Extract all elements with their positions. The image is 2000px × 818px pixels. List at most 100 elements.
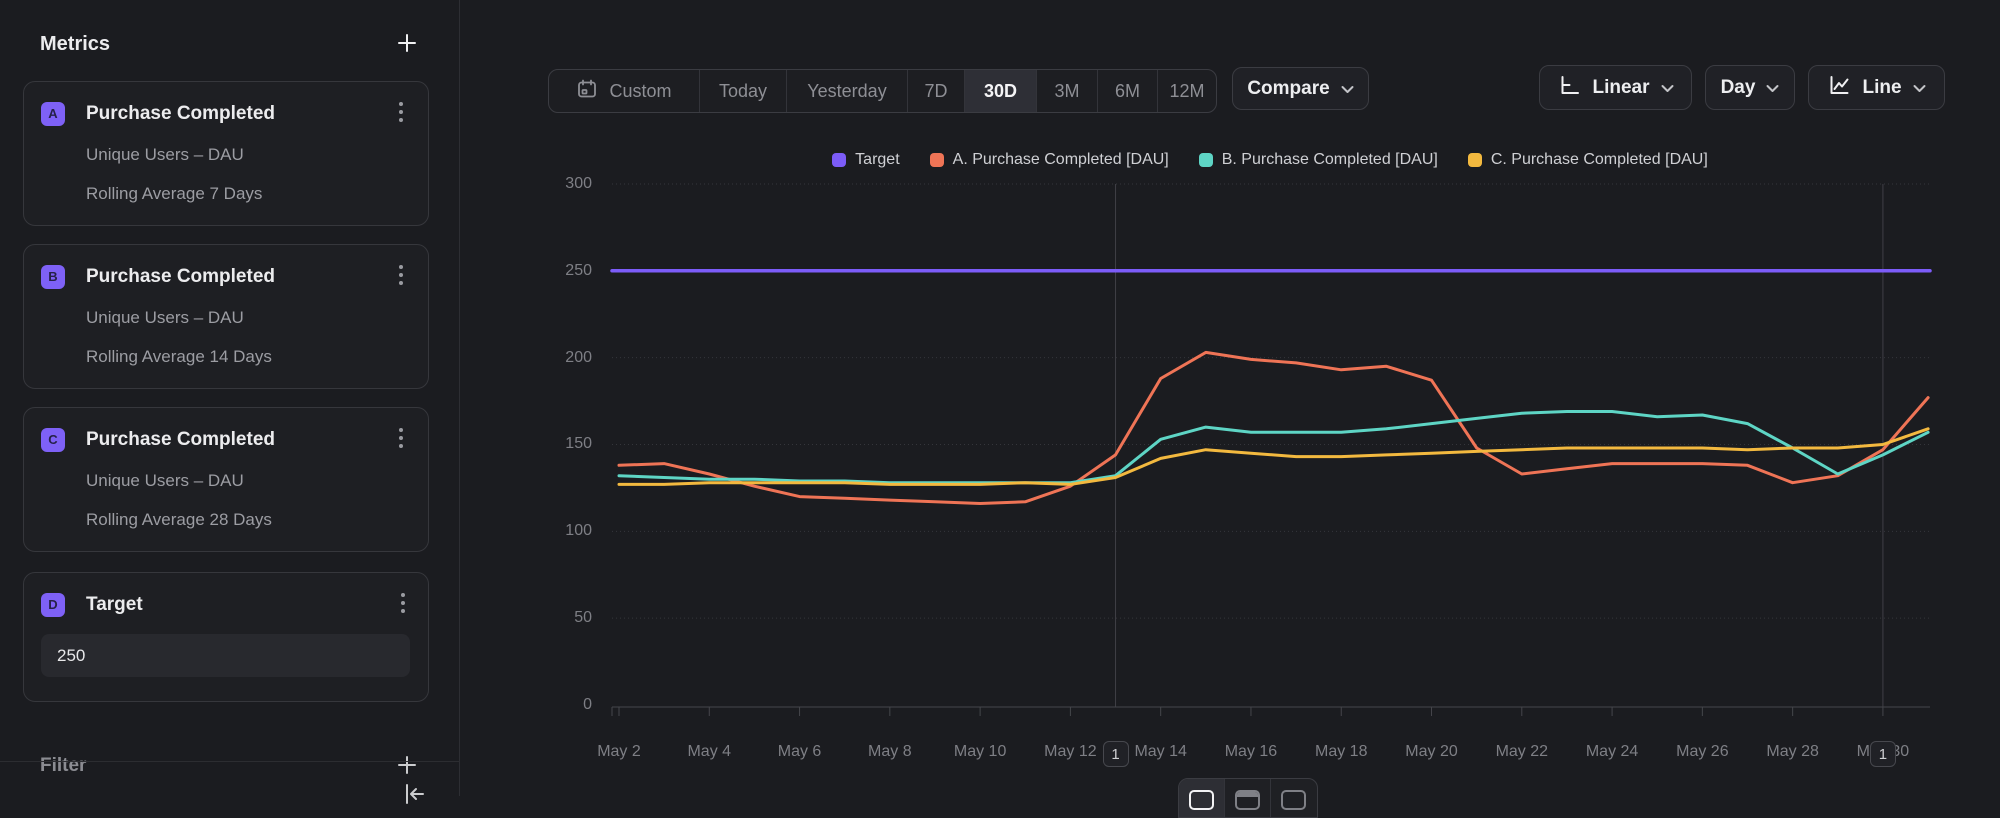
x-axis-label: May 20 <box>1387 742 1477 762</box>
range-3m[interactable]: 3M <box>1037 70 1098 112</box>
metric-card-header: A Purchase Completed <box>41 99 408 128</box>
x-axis-label: May 6 <box>755 742 845 762</box>
scale-label: Linear <box>1592 77 1649 99</box>
granularity-label: Day <box>1721 77 1756 99</box>
metric-rollup: Rolling Average 7 Days <box>86 182 408 206</box>
y-axis-label: 100 <box>520 521 592 541</box>
chevron-down-icon <box>1341 78 1354 100</box>
granularity-dropdown[interactable]: Day <box>1705 65 1795 110</box>
x-axis-label: May 16 <box>1206 742 1296 762</box>
add-metric-button[interactable] <box>395 31 419 58</box>
metric-menu-button[interactable] <box>394 99 408 128</box>
sidebar-header: Metrics <box>40 30 419 58</box>
kebab-icon <box>398 111 404 126</box>
target-value-input[interactable] <box>41 634 410 677</box>
metric-letter-badge: A <box>41 102 65 126</box>
range-7d[interactable]: 7D <box>908 70 965 112</box>
chevron-down-icon <box>1766 77 1779 99</box>
chevron-down-icon <box>1661 77 1674 99</box>
y-axis-label: 0 <box>520 695 592 715</box>
range-label: Today <box>719 81 767 102</box>
metrics-sidebar: Metrics A Purchase Completed Unique User… <box>0 0 460 796</box>
metric-menu-button[interactable] <box>396 590 410 619</box>
x-axis-label: May 26 <box>1657 742 1747 762</box>
range-label: 7D <box>924 81 947 102</box>
collapse-left-icon <box>401 795 427 810</box>
range-yesterday[interactable]: Yesterday <box>787 70 908 112</box>
x-axis-label: May 12 <box>1025 742 1115 762</box>
metric-title: Target <box>86 594 396 616</box>
chart-type-dropdown[interactable]: Line <box>1808 65 1945 110</box>
x-axis-label: May 8 <box>845 742 935 762</box>
x-axis-label: May 28 <box>1748 742 1838 762</box>
x-axis-label: May 24 <box>1567 742 1657 762</box>
view-chart-button[interactable] <box>1179 779 1225 817</box>
metric-card-target[interactable]: D Target <box>23 572 429 702</box>
metric-card-a[interactable]: A Purchase Completed Unique Users – DAU … <box>23 81 429 226</box>
range-custom[interactable]: Custom <box>549 70 700 112</box>
kebab-icon <box>398 274 404 289</box>
line-chart-icon <box>1827 73 1851 103</box>
y-axis-label: 200 <box>520 348 592 368</box>
x-axis-label: May 18 <box>1296 742 1386 762</box>
range-12m[interactable]: 12M <box>1158 70 1216 112</box>
x-axis-label: May 14 <box>1116 742 1206 762</box>
metric-menu-button[interactable] <box>394 425 408 454</box>
metric-card-header: C Purchase Completed <box>41 425 408 454</box>
x-axis-label: May 10 <box>935 742 1025 762</box>
metric-title: Purchase Completed <box>86 103 394 125</box>
range-today[interactable]: Today <box>700 70 787 112</box>
plus-icon <box>395 31 419 58</box>
range-label: Yesterday <box>807 81 886 102</box>
metric-menu-button[interactable] <box>394 262 408 291</box>
plus-icon <box>395 753 419 780</box>
metric-unit: Unique Users – DAU <box>86 143 408 167</box>
calendar-icon <box>576 78 598 105</box>
split-view-icon <box>1235 790 1260 810</box>
metric-letter-badge: D <box>41 593 65 617</box>
metrics-line-chart[interactable] <box>480 130 2000 796</box>
linear-scale-icon <box>1557 73 1581 103</box>
y-axis-label: 300 <box>520 174 592 194</box>
view-split-button[interactable] <box>1225 779 1271 817</box>
scale-dropdown[interactable]: Linear <box>1539 65 1692 110</box>
range-label: 6M <box>1115 81 1140 102</box>
compare-dropdown[interactable]: Compare <box>1232 67 1369 110</box>
metric-rollup: Rolling Average 28 Days <box>86 508 408 532</box>
metric-card-b[interactable]: B Purchase Completed Unique Users – DAU … <box>23 244 429 389</box>
sidebar-title: Metrics <box>40 33 110 56</box>
metric-title: Purchase Completed <box>86 429 394 451</box>
metric-card-header: B Purchase Completed <box>41 262 408 291</box>
chevron-down-icon <box>1913 77 1926 99</box>
filter-section-header: Filter <box>40 753 419 779</box>
x-axis-label: May 2 <box>574 742 664 762</box>
metric-title: Purchase Completed <box>86 266 394 288</box>
annotation-badge[interactable]: 1 <box>1870 741 1896 767</box>
metric-card-c[interactable]: C Purchase Completed Unique Users – DAU … <box>23 407 429 552</box>
series-line[interactable] <box>619 429 1928 485</box>
y-axis-label: 250 <box>520 261 592 281</box>
range-6m[interactable]: 6M <box>1098 70 1158 112</box>
y-axis-label: 150 <box>520 434 592 454</box>
range-30d[interactable]: 30D <box>965 70 1037 112</box>
metric-rollup: Rolling Average 14 Days <box>86 345 408 369</box>
x-axis-label: May 4 <box>664 742 754 762</box>
range-label: 12M <box>1169 81 1204 102</box>
view-table-button[interactable] <box>1271 779 1317 817</box>
range-label: 3M <box>1054 81 1079 102</box>
chart-type-label: Line <box>1862 77 1901 99</box>
chart-view-icon <box>1189 790 1214 810</box>
sidebar-footer-divider <box>0 761 460 762</box>
kebab-icon <box>398 437 404 452</box>
metric-unit: Unique Users – DAU <box>86 306 408 330</box>
kebab-icon <box>400 602 406 617</box>
x-axis-label: May 22 <box>1477 742 1567 762</box>
range-label: 30D <box>984 81 1017 102</box>
date-range-control: Custom Today Yesterday 7D 30D 3M 6M 12M <box>548 69 1217 113</box>
annotation-badge[interactable]: 1 <box>1103 741 1129 767</box>
series-line[interactable] <box>619 412 1928 483</box>
add-filter-button[interactable] <box>395 753 419 780</box>
range-label: Custom <box>609 81 671 102</box>
view-switcher <box>1178 778 1318 818</box>
metric-letter-badge: B <box>41 265 65 289</box>
